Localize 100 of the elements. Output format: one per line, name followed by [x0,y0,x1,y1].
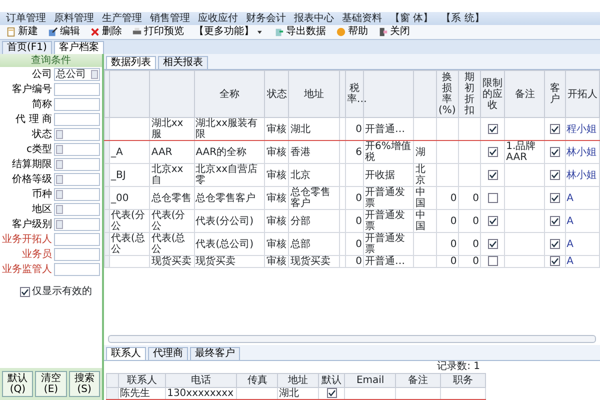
table-cell: 审核 [264,164,289,186]
checkbox[interactable] [20,286,30,296]
panel-header: 查询条件 [0,54,102,67]
field-label: c类型 [26,144,52,156]
table-cell: 现货买卖 [194,256,265,268]
select-field[interactable] [54,218,100,231]
table-cell: 0 [345,232,364,256]
table-cell: 总仓零售客户 [288,186,340,210]
toolbar-button[interactable]: 【更多功能】 [192,26,266,38]
select-field[interactable] [54,203,100,216]
checkbox[interactable] [488,238,498,249]
input-field[interactable] [54,98,100,111]
table-cell: 北京 [288,164,340,186]
checkbox[interactable] [488,146,498,157]
input-field[interactable] [54,233,100,246]
column-header[interactable]: 地址 [288,70,340,118]
column-header[interactable]: 传真 [236,374,278,388]
select-field[interactable] [54,173,100,186]
checkbox[interactable] [488,170,498,180]
checkbox[interactable] [488,216,498,226]
checkbox[interactable] [550,124,560,134]
horizontal-scrollbar[interactable] [108,335,596,343]
detail-tab[interactable]: 最终客户 [190,347,240,360]
table-cell: 分部 [288,210,340,232]
select-field[interactable] [54,158,100,171]
column-header[interactable]: 默认 [318,374,345,388]
toolbar-button[interactable]: 关闭 [376,26,412,38]
menu-item[interactable]: 应收应付 [198,12,238,25]
column-header[interactable]: 备注 [504,70,545,118]
column-header[interactable]: 职务 [440,374,486,388]
table-cell: 审核 [264,256,289,268]
menu-item[interactable]: 生产管理 [102,12,142,25]
menu-item[interactable]: 订单管理 [6,12,46,25]
toolbar-button[interactable]: 编辑 [46,26,82,38]
input-field[interactable] [54,263,100,276]
checkbox[interactable] [550,256,560,266]
field-label: 代 理 商 [14,114,52,126]
select-field[interactable] [54,188,100,201]
select-field[interactable] [54,143,100,156]
toolbar-button[interactable]: 删除 [88,26,124,38]
checkbox[interactable] [550,192,560,203]
detail-tab[interactable]: 代理商 [148,347,188,360]
checkbox[interactable] [550,146,560,157]
table-cell: AAR [150,140,194,164]
column-header[interactable]: 备注 [396,374,441,388]
checkbox[interactable] [488,256,498,266]
export-icon [274,27,284,37]
toolbar-button[interactable]: 打印预览 [130,26,186,38]
input-field[interactable] [54,248,100,261]
table-cell: 林小姐 [565,164,600,186]
menu-item[interactable]: 【系 统】 [441,12,484,25]
input-field[interactable] [54,83,100,96]
menu-item[interactable]: 【窗 体】 [390,12,434,25]
menu-item[interactable]: 原料管理 [54,12,94,25]
toolbar-button[interactable]: 导出数据 [272,26,328,38]
select-field[interactable] [54,128,100,141]
column-header[interactable]: 联系人 [118,374,166,388]
page-tab[interactable]: 客户档案 [54,41,104,54]
field-label: 币种 [31,188,52,200]
column-header[interactable]: 期初折扣 [458,70,480,118]
column-header[interactable]: 电话 [166,374,237,388]
detail-tab[interactable]: 联系人 [106,347,146,360]
checkbox[interactable] [550,170,560,180]
table-cell: 湖北xx服装有限 [194,118,265,140]
table-cell: 代表(分公 [150,210,194,232]
table-cell: 开普通发票 [364,210,414,232]
input-field[interactable] [54,113,100,126]
column-header[interactable]: 客户 [544,70,566,118]
data-tab[interactable]: 相关报表 [158,56,208,69]
toolbar-button[interactable]: 新建 [4,26,40,38]
printer-icon [132,27,142,37]
column-header[interactable]: 状态 [264,70,289,118]
column-header[interactable]: 地址 [278,374,318,388]
column-header[interactable]: 换损率(%) [436,70,458,118]
checkbox[interactable] [488,192,498,203]
column-header[interactable]: 限制的应收 [480,70,505,118]
select-field[interactable]: 总公司 [54,68,100,81]
checkbox[interactable] [326,388,337,398]
query-button[interactable]: 搜索(S) [68,371,100,397]
table-cell: 开普通… [364,118,414,140]
table-cell: 开普通发票 [364,186,414,210]
checkbox[interactable] [488,124,498,134]
table-cell: A [565,210,600,232]
query-button[interactable]: 默认(Q) [2,371,34,397]
table-cell: 代表(分公司) [194,210,265,232]
column-header[interactable]: Email [344,374,396,388]
column-header[interactable]: 开拓人 [565,70,600,118]
column-header[interactable]: 全称 [194,70,265,118]
menu-item[interactable]: 财务会计 [246,12,286,25]
page-tab[interactable]: 首页(F1) [2,41,52,54]
menu-item[interactable]: 报表中心 [294,12,334,25]
checkbox[interactable] [550,238,560,249]
checkbox[interactable] [550,216,560,226]
table-cell: 总部 [288,232,340,256]
menu-item[interactable]: 基础资料 [342,12,382,25]
column-header[interactable]: 税率… [345,70,364,118]
query-button[interactable]: 清空(E) [35,371,67,397]
toolbar-button[interactable]: 帮助 [334,26,370,38]
data-tab[interactable]: 数据列表 [106,56,156,69]
menu-item[interactable]: 销售管理 [150,12,190,25]
